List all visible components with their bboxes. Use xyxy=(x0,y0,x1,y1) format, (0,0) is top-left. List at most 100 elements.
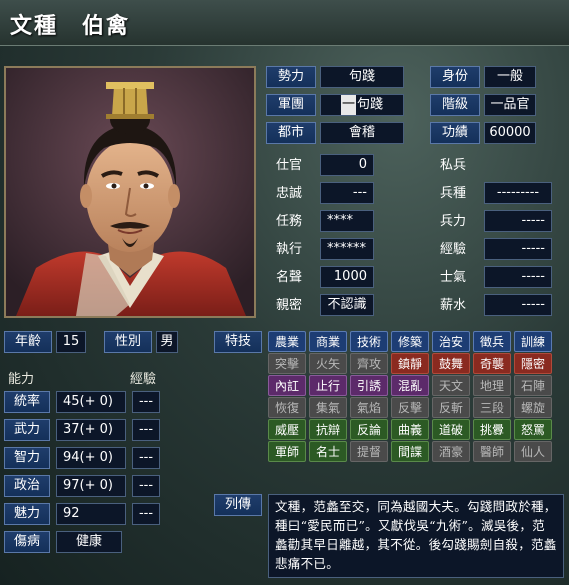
duty-value: **** xyxy=(320,210,374,232)
skill-badge[interactable]: 隱密 xyxy=(514,353,552,374)
skill-badge[interactable]: 內訌 xyxy=(268,375,306,396)
age-value: 15 xyxy=(56,331,86,353)
service-value: 0 xyxy=(320,154,374,176)
ability-value: 92 xyxy=(56,503,126,525)
skill-badge[interactable]: 反斬 xyxy=(432,397,470,418)
skill-badge[interactable]: 間諜 xyxy=(391,441,429,462)
intimacy-label: 親密 xyxy=(276,298,303,313)
skill-badge[interactable]: 集氣 xyxy=(309,397,347,418)
skill-badge[interactable]: 天文 xyxy=(432,375,470,396)
skill-badge[interactable]: 反擊 xyxy=(391,397,429,418)
ability-label: 魅力 xyxy=(4,503,50,525)
skill-badge[interactable]: 火矢 xyxy=(309,353,347,374)
skill-badge[interactable]: 怒罵 xyxy=(514,419,552,440)
gender-value: 男 xyxy=(156,331,178,353)
skill-badge[interactable]: 曲義 xyxy=(391,419,429,440)
skill-badge[interactable]: 威壓 xyxy=(268,419,306,440)
loyalty-value: --- xyxy=(320,182,374,204)
age-label: 年齡 xyxy=(4,331,52,353)
status-value: 一般 xyxy=(484,66,536,88)
skill-badge[interactable]: 挑釁 xyxy=(473,419,511,440)
skill-badge[interactable]: 地理 xyxy=(473,375,511,396)
skill-badge[interactable]: 商業 xyxy=(309,331,347,352)
injury-label: 傷病 xyxy=(4,531,50,553)
title-bar: 文種 伯禽 xyxy=(0,0,569,46)
merit-label: 功績 xyxy=(430,122,480,144)
skill-badge[interactable]: 道破 xyxy=(432,419,470,440)
ability-experience: --- xyxy=(132,419,160,441)
intimacy-value: 不認識 xyxy=(320,294,374,316)
skill-badge[interactable]: 抗辯 xyxy=(309,419,347,440)
loyalty-label: 忠誠 xyxy=(276,186,303,201)
officer-courtesy-name: 伯禽 xyxy=(82,13,131,39)
ability-experience: --- xyxy=(132,391,160,413)
ability-value: 94(+ 0) xyxy=(56,447,126,469)
portrait-illustration xyxy=(6,68,254,316)
skills-label: 特技 xyxy=(214,331,262,353)
skill-badge[interactable]: 引誘 xyxy=(350,375,388,396)
skill-badge[interactable]: 修築 xyxy=(391,331,429,352)
skill-badge[interactable]: 止行 xyxy=(309,375,347,396)
skill-badge[interactable]: 鼓舞 xyxy=(432,353,470,374)
skill-badge[interactable]: 奇襲 xyxy=(473,353,511,374)
ability-experience: --- xyxy=(132,475,160,497)
morale-value: ----- xyxy=(484,266,552,288)
skill-badge[interactable]: 混亂 xyxy=(391,375,429,396)
skill-badge[interactable]: 提督 xyxy=(350,441,388,462)
troops-value: ----- xyxy=(484,210,552,232)
skill-badge[interactable]: 齊攻 xyxy=(350,353,388,374)
duty-label: 任務 xyxy=(276,214,303,229)
skill-badge[interactable]: 醫師 xyxy=(473,441,511,462)
service-label: 仕官 xyxy=(276,158,303,173)
skill-badge[interactable]: 恢復 xyxy=(268,397,306,418)
corps-label: 軍團 xyxy=(266,94,316,116)
ability-value: 45(+ 0) xyxy=(56,391,126,413)
troop-type-label: 兵種 xyxy=(440,186,467,201)
skill-badge[interactable]: 軍師 xyxy=(268,441,306,462)
injury-value: 健康 xyxy=(56,531,122,553)
corps-name: 句踐 xyxy=(357,97,384,112)
officer-name: 文種 伯禽 xyxy=(10,8,130,40)
faction-label: 勢力 xyxy=(266,66,316,88)
gender-label: 性別 xyxy=(104,331,152,353)
ability-experience: --- xyxy=(132,447,160,469)
officer-portrait xyxy=(4,66,256,318)
experience-value: ----- xyxy=(484,238,552,260)
skill-badge[interactable]: 螺旋 xyxy=(514,397,552,418)
experience-header: 經驗 xyxy=(130,372,157,387)
troop-type-value: --------- xyxy=(484,182,552,204)
skill-badge[interactable]: 酒豪 xyxy=(432,441,470,462)
biography-label: 列傳 xyxy=(214,494,262,516)
execute-label: 執行 xyxy=(276,242,303,257)
skill-badge[interactable]: 石陣 xyxy=(514,375,552,396)
city-label: 都市 xyxy=(266,122,316,144)
biography-text: 文種，范蠡至交，同為越國大夫。勾踐問政於種，種曰“愛民而已”。又獻伐吳“九術”。… xyxy=(268,494,564,578)
status-label: 身份 xyxy=(430,66,480,88)
skill-badge[interactable]: 農業 xyxy=(268,331,306,352)
skill-badge[interactable]: 技術 xyxy=(350,331,388,352)
corps-value: 一句踐 xyxy=(320,94,404,116)
troops-label: 兵力 xyxy=(440,214,467,229)
ability-label: 武力 xyxy=(4,419,50,441)
ability-label: 智力 xyxy=(4,447,50,469)
skill-badge[interactable]: 氣焰 xyxy=(350,397,388,418)
skill-badge[interactable]: 名士 xyxy=(309,441,347,462)
merit-value: 60000 xyxy=(484,122,536,144)
skill-badge[interactable]: 訓練 xyxy=(514,331,552,352)
ability-label: 政治 xyxy=(4,475,50,497)
ability-label: 統率 xyxy=(4,391,50,413)
fame-value: 1000 xyxy=(320,266,374,288)
city-value: 會稽 xyxy=(320,122,404,144)
skill-badge[interactable]: 仙人 xyxy=(514,441,552,462)
skill-badge[interactable]: 突擊 xyxy=(268,353,306,374)
rank-value: 一品官 xyxy=(484,94,536,116)
skill-badge[interactable]: 鎮靜 xyxy=(391,353,429,374)
corps-marker: 一 xyxy=(340,95,356,115)
skill-badge[interactable]: 徵兵 xyxy=(473,331,511,352)
skill-badge[interactable]: 三段 xyxy=(473,397,511,418)
fame-label: 名聲 xyxy=(276,270,303,285)
skill-badge[interactable]: 反論 xyxy=(350,419,388,440)
ability-value: 37(+ 0) xyxy=(56,419,126,441)
salary-label: 薪水 xyxy=(440,298,467,313)
skill-badge[interactable]: 治安 xyxy=(432,331,470,352)
